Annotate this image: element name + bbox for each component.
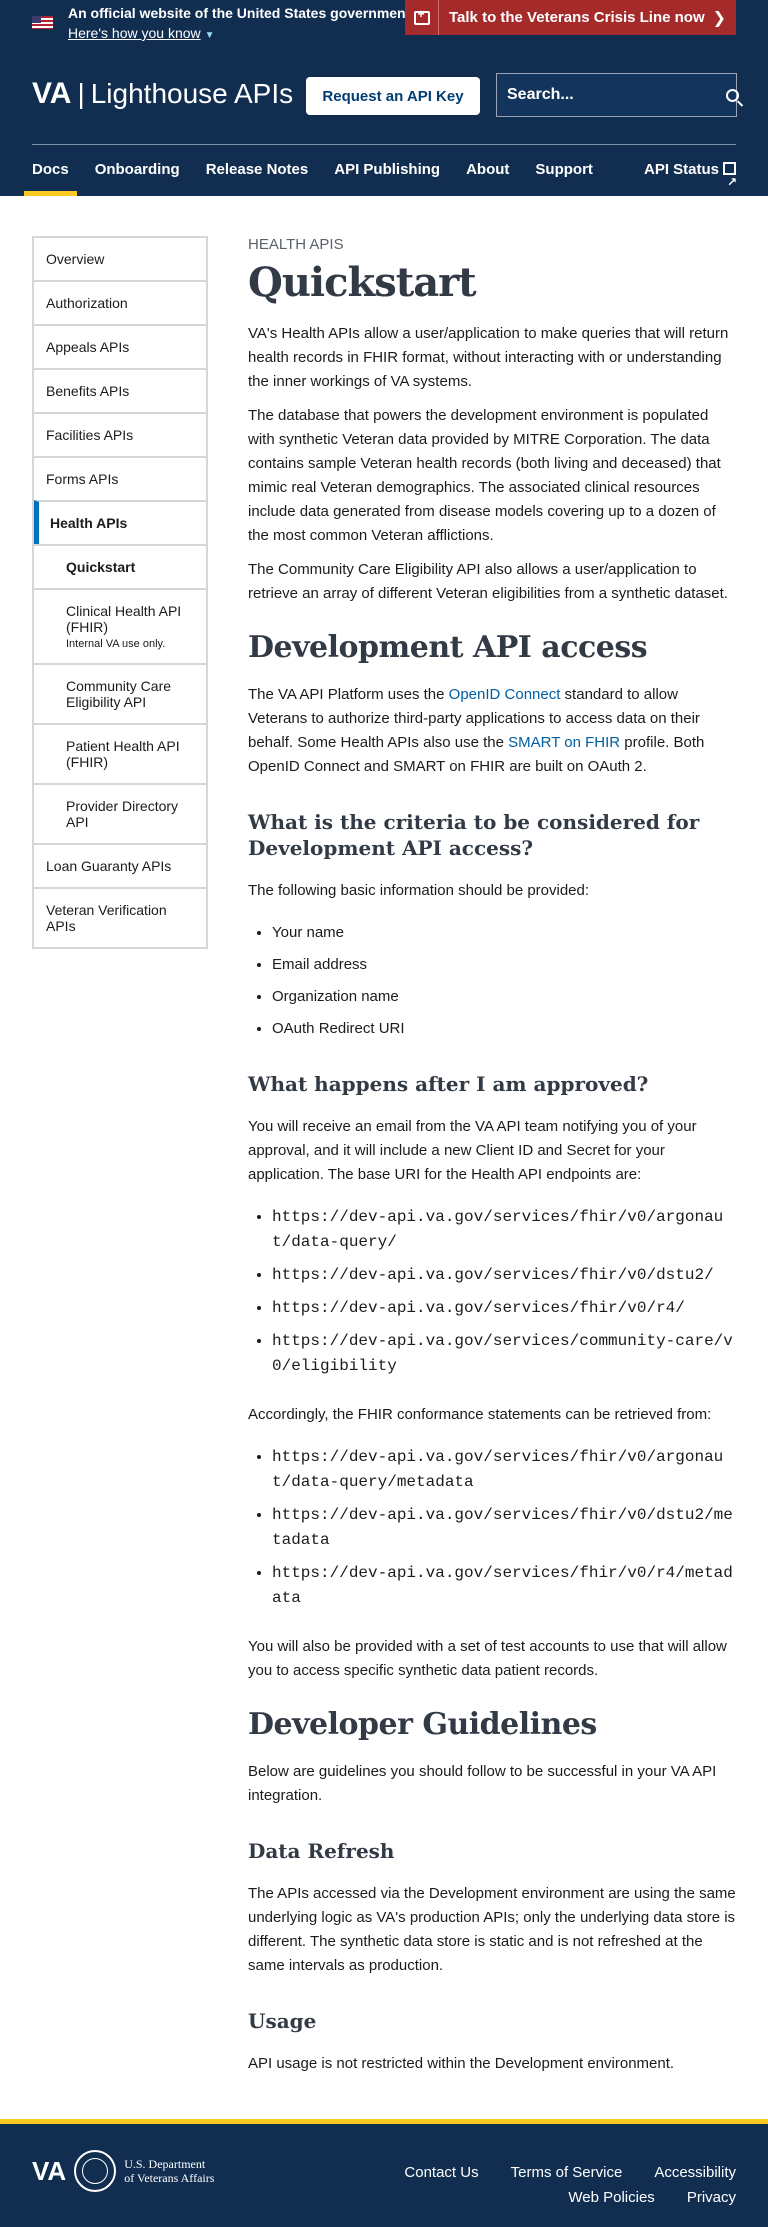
sidebar-item-forms[interactable]: Forms APIs	[34, 456, 206, 500]
va-footer-logo[interactable]: VA U.S. Department of Veterans Affairs	[32, 2150, 214, 2192]
va-logo-text: VA	[32, 2155, 67, 2186]
conformance-uri-list: https://dev-api.va.gov/services/fhir/v0/…	[272, 1445, 736, 1611]
dev-access-paragraph: The VA API Platform uses the OpenID Conn…	[248, 683, 736, 779]
logo-separator: |	[77, 78, 85, 109]
base-uri-item: https://dev-api.va.gov/services/communit…	[272, 1329, 736, 1379]
nav-docs[interactable]: Docs	[24, 144, 77, 196]
site-header: VA | Lighthouse APIs Request an API Key …	[0, 44, 768, 208]
main-nav: Docs Onboarding Release Notes API Publis…	[24, 144, 737, 208]
official-banner: An official website of the United States…	[0, 0, 768, 44]
nav-support[interactable]: Support	[535, 144, 593, 196]
chevron-down-icon: ▼	[204, 30, 215, 41]
base-uri-item: https://dev-api.va.gov/services/fhir/v0/…	[272, 1263, 736, 1288]
nav-api-status[interactable]: API Status	[643, 144, 737, 208]
test-accounts-paragraph: You will also be provided with a set of …	[248, 1638, 727, 1679]
sidebar-item-veteran-verification[interactable]: Veteran Verification APIs	[34, 887, 206, 947]
criteria-paragraph: The following basic information should b…	[248, 882, 590, 899]
sidebar-item-loan-guaranty[interactable]: Loan Guaranty APIs	[34, 843, 206, 887]
external-link-icon	[723, 156, 737, 208]
nav-onboarding[interactable]: Onboarding	[95, 144, 180, 196]
sidebar-item-overview[interactable]: Overview	[34, 238, 206, 280]
sidebar-item-clinical-health[interactable]: Clinical Health API (FHIR) Internal VA u…	[34, 588, 206, 663]
base-uri-item: https://dev-api.va.gov/services/fhir/v0/…	[272, 1296, 736, 1321]
conformance-paragraph: Accordingly, the FHIR conformance statem…	[248, 1406, 712, 1423]
list-item: Your name	[272, 921, 736, 945]
approved-paragraph: You will receive an email from the VA AP…	[248, 1118, 697, 1183]
footer-link-contact[interactable]: Contact Us	[404, 2164, 478, 2181]
official-site-text: An official website of the United States…	[68, 5, 415, 21]
api-status-label: API Status	[643, 161, 719, 178]
sidebar-item-benefits[interactable]: Benefits APIs	[34, 368, 206, 412]
intro-paragraph-2: The database that powers the development…	[248, 407, 721, 544]
search-box	[496, 73, 739, 117]
list-item: OAuth Redirect URI	[272, 1017, 736, 1041]
text-span: The VA API Platform uses the	[248, 686, 449, 703]
nav-api-publishing[interactable]: API Publishing	[334, 144, 440, 196]
footer-link-accessibility[interactable]: Accessibility	[654, 2164, 736, 2181]
sidebar-item-authorization[interactable]: Authorization	[34, 280, 206, 324]
list-item: Organization name	[272, 985, 736, 1009]
approved-heading: What happens after I am approved?	[248, 1072, 649, 1096]
usage-heading: Usage	[248, 2009, 317, 2033]
section-eyebrow: Health APIs	[248, 236, 344, 253]
site-footer: VA U.S. Department of Veterans Affairs Co…	[0, 2119, 768, 2227]
footer-link-privacy[interactable]: Privacy	[687, 2189, 736, 2206]
base-uri-list: https://dev-api.va.gov/services/fhir/v0/…	[272, 1205, 736, 1379]
dev-access-heading: Development API access	[248, 630, 648, 665]
list-item: Email address	[272, 953, 736, 977]
main-page: Overview Authorization Appeals APIs Bene…	[0, 196, 768, 2119]
sidebar-item-facilities[interactable]: Facilities APIs	[34, 412, 206, 456]
va-logo-text: VA	[32, 77, 72, 110]
lighthouse-logo-text: Lighthouse APIs	[90, 78, 294, 109]
crisis-line-icon	[405, 0, 439, 35]
sidebar-item-patient-health[interactable]: Patient Health API (FHIR)	[34, 723, 206, 783]
sidebar-item-label: Clinical Health API (FHIR)	[66, 603, 182, 635]
footer-link-terms[interactable]: Terms of Service	[511, 2164, 623, 2181]
how-you-know-label: Here's how you know	[68, 25, 201, 41]
footer-link-web-policies[interactable]: Web Policies	[568, 2189, 654, 2206]
intro-paragraph-3: The Community Care Eligibility API also …	[248, 561, 728, 602]
chevron-right-icon: ❯	[712, 10, 726, 27]
internal-use-note: Internal VA use only.	[66, 638, 166, 650]
criteria-list: Your name Email address Organization nam…	[272, 921, 736, 1041]
sidebar-item-provider-directory[interactable]: Provider Directory API	[34, 783, 206, 843]
request-api-key-button[interactable]: Request an API Key	[306, 77, 480, 115]
data-refresh-paragraph: The APIs accessed via the Development en…	[248, 1885, 736, 1974]
usage-paragraph: API usage is not restricted within the D…	[248, 2055, 675, 2072]
nav-about[interactable]: About	[466, 144, 509, 196]
intro-paragraph-1: VA's Health APIs allow a user/applicatio…	[248, 325, 729, 390]
conformance-uri-item: https://dev-api.va.gov/services/fhir/v0/…	[272, 1561, 736, 1611]
how-you-know-link[interactable]: Here's how you know ▼	[68, 25, 215, 41]
department-line-2: of Veterans Affairs	[124, 2171, 215, 2185]
sidebar-item-health[interactable]: Health APIs	[34, 500, 206, 544]
department-name: U.S. Department of Veterans Affairs	[124, 2157, 214, 2185]
openid-connect-link[interactable]: OpenID Connect	[449, 686, 561, 703]
department-line-1: U.S. Department	[124, 2157, 206, 2171]
crisis-line-label: Talk to the Veterans Crisis Line now	[449, 9, 705, 26]
criteria-heading: What is the criteria to be considered fo…	[248, 810, 700, 860]
sidebar-item-community-care[interactable]: Community Care Eligibility API	[34, 663, 206, 723]
data-refresh-heading: Data Refresh	[248, 1839, 395, 1863]
search-icon[interactable]	[726, 74, 739, 116]
search-input[interactable]	[497, 86, 726, 104]
va-seal-icon	[74, 2150, 117, 2192]
footer-links: Contact Us Terms of Service Accessibilit…	[296, 2164, 736, 2214]
sidebar-item-appeals[interactable]: Appeals APIs	[34, 324, 206, 368]
conformance-uri-item: https://dev-api.va.gov/services/fhir/v0/…	[272, 1445, 736, 1495]
smart-on-fhir-link[interactable]: SMART on FHIR	[508, 734, 620, 751]
base-uri-item: https://dev-api.va.gov/services/fhir/v0/…	[272, 1205, 736, 1255]
page-title: Quickstart	[248, 259, 477, 306]
nav-release-notes[interactable]: Release Notes	[206, 144, 309, 196]
guidelines-paragraph: Below are guidelines you should follow t…	[248, 1763, 717, 1804]
guidelines-heading: Developer Guidelines	[248, 1707, 597, 1742]
docs-sidebar: Overview Authorization Appeals APIs Bene…	[32, 236, 208, 949]
us-flag-icon	[32, 16, 53, 29]
sidebar-item-quickstart[interactable]: Quickstart	[34, 544, 206, 588]
main-content: Health APIs Quickstart VA's Health APIs …	[248, 236, 736, 2086]
crisis-line-button[interactable]: Talk to the Veterans Crisis Line now ❯	[405, 0, 736, 35]
conformance-uri-item: https://dev-api.va.gov/services/fhir/v0/…	[272, 1503, 736, 1553]
lighthouse-logo[interactable]: VA | Lighthouse APIs	[32, 77, 293, 111]
